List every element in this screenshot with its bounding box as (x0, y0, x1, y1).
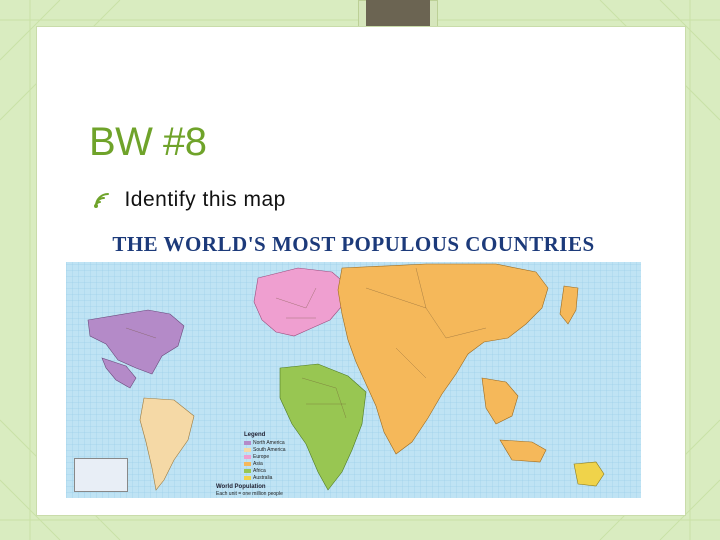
population-note-line: Each unit = one million people (216, 491, 283, 497)
legend-title: Legend (244, 432, 266, 438)
map-title: THE WORLD'S MOST POPULOUS COUNTRIES (112, 232, 595, 256)
world-inset-map (74, 458, 128, 492)
bullet-text: Identify this map (124, 188, 286, 211)
legend-item: Europe (244, 454, 269, 460)
legend-item: South America (244, 447, 286, 453)
population-note-title: World Population (216, 484, 266, 490)
world-map-image: THE WORLD'S MOST POPULOUS COUNTRIES Lege… (66, 228, 641, 506)
legend-item: Africa (244, 468, 266, 474)
slide-title: BW #8 (89, 120, 207, 164)
legend-item: North America (244, 440, 285, 446)
world-map-graphic (66, 262, 641, 498)
bullet-item: Identify this map (92, 188, 286, 218)
signal-bullet-icon (94, 193, 109, 208)
legend-item: Australia (244, 475, 272, 481)
legend-item: Asia (244, 461, 263, 467)
